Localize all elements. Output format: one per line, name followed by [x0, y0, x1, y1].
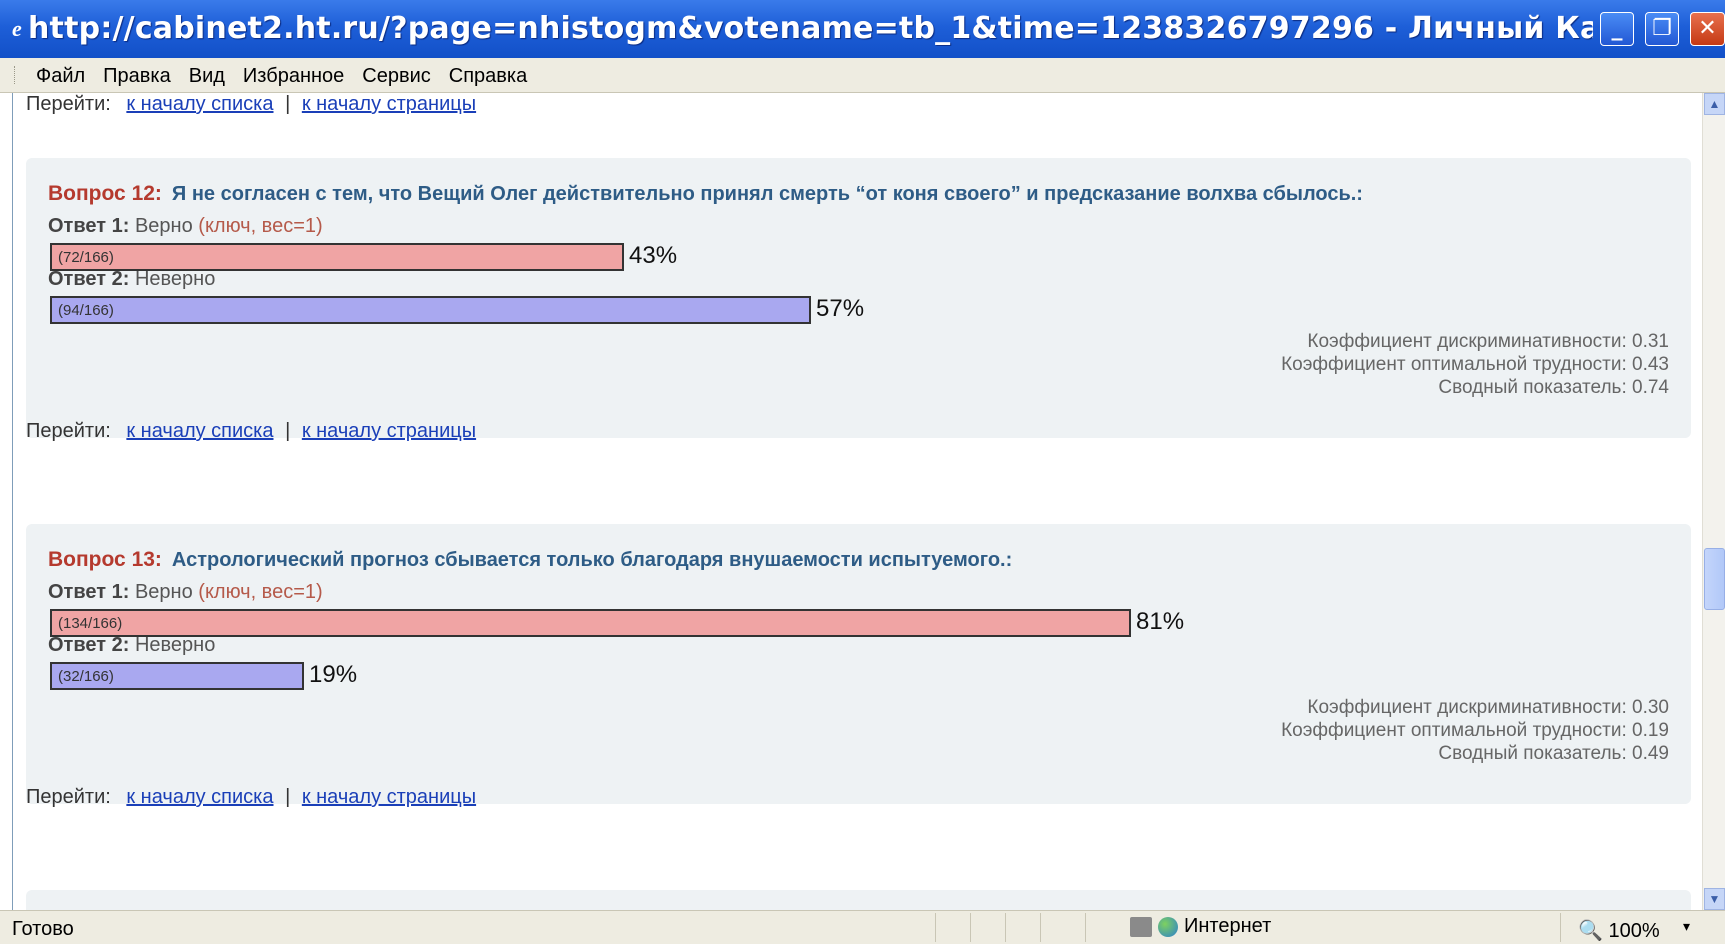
link-list-start[interactable]: к началу списка [126, 93, 273, 115]
link-page-start[interactable]: к началу страницы [302, 420, 476, 442]
zoom-level[interactable]: 🔍 100% [1578, 918, 1660, 943]
nav-separator: | [285, 93, 291, 115]
answer-percent: 81% [1136, 608, 1185, 635]
link-page-start[interactable]: к началу страницы [302, 93, 476, 115]
minimize-button[interactable]: _ [1600, 12, 1634, 46]
nav-links: Перейти: к началу списка | к началу стра… [26, 93, 476, 116]
menu-bar: Файл Правка Вид Избранное Сервис Справка [0, 58, 1725, 93]
nav-label: Перейти: [26, 420, 111, 442]
menu-tools[interactable]: Сервис [362, 65, 431, 88]
globe-icon [1158, 916, 1178, 937]
answer-percent: 43% [629, 242, 678, 269]
summary-score: Сводный показатель: 0.49 [1438, 743, 1669, 764]
status-divider [970, 913, 971, 942]
question-text: Астрологический прогноз сбывается только… [171, 549, 1013, 571]
menu-help[interactable]: Справка [449, 65, 527, 88]
zone-label: Интернет [1184, 915, 1272, 937]
nav-separator: | [285, 786, 291, 808]
answer-bar: (134/166) [50, 609, 1131, 637]
protected-mode-icon [1130, 916, 1152, 937]
status-divider [1005, 913, 1006, 942]
answer-percent: 19% [309, 661, 358, 688]
question-stats: Коэффициент дискриминативности: 0.31 Коэ… [1281, 330, 1669, 399]
nav-separator: | [285, 420, 291, 442]
discrimination-coefficient: Коэффициент дискриминативности: 0.31 [1307, 331, 1669, 352]
scroll-thumb[interactable] [1704, 548, 1725, 610]
answer-count: (32/166) [58, 668, 114, 685]
nav-label: Перейти: [26, 93, 111, 115]
answer-bar: (94/166) [50, 296, 811, 324]
link-list-start[interactable]: к началу списка [126, 786, 273, 808]
status-divider [1085, 913, 1086, 942]
status-divider [1560, 913, 1561, 942]
title-bar: e http://cabinet2.ht.ru/?page=nhistogm&v… [0, 0, 1725, 58]
question-text: Я не согласен с тем, что Вещий Олег дейс… [171, 183, 1363, 205]
menu-file[interactable]: Файл [36, 65, 85, 88]
question-panel: Вопрос 12: Я не согласен с тем, что Вещий… [26, 158, 1691, 438]
answer-bar: (72/166) [50, 243, 624, 271]
status-divider [935, 913, 936, 942]
nav-links: Перейти: к началу списка | к началу стра… [26, 786, 476, 809]
scroll-down-icon[interactable]: ▼ [1704, 888, 1725, 910]
answer-percent: 57% [816, 295, 865, 322]
question-number: Вопрос 13: [48, 548, 162, 571]
menu-favorites[interactable]: Избранное [243, 65, 344, 88]
summary-score: Сводный показатель: 0.74 [1438, 377, 1669, 398]
question-stats: Коэффициент дискриминативности: 0.30 Коэ… [1281, 696, 1669, 765]
answer-count: (94/166) [58, 302, 114, 319]
menu-edit[interactable]: Правка [103, 65, 171, 88]
status-divider [1040, 913, 1041, 942]
status-text: Готово [12, 918, 74, 940]
toolbar-grip [14, 66, 17, 84]
status-bar: Готово Интернет 🔍 100% ▾ [0, 910, 1725, 944]
answer-count: (72/166) [58, 249, 114, 266]
page-content: Перейти: к началу списка | к началу стра… [12, 93, 1703, 910]
question-panel: Вопрос 13: Астрологический прогноз сбывае… [26, 524, 1691, 804]
answer-bar: (32/166) [50, 662, 304, 690]
zoom-dropdown-icon[interactable]: ▾ [1683, 918, 1690, 935]
close-button[interactable]: ✕ [1690, 12, 1725, 46]
answer-label: Ответ 1: Верно (ключ, вес=1) [48, 215, 323, 237]
menu-view[interactable]: Вид [189, 65, 225, 88]
nav-label: Перейти: [26, 786, 111, 808]
window-title: http://cabinet2.ht.ru/?page=nhistogm&vot… [28, 11, 1593, 46]
answer-label: Ответ 2: Неверно [48, 268, 216, 290]
difficulty-coefficient: Коэффициент оптимальной трудности: 0.43 [1281, 354, 1669, 375]
maximize-button[interactable]: ❐ [1645, 12, 1679, 46]
answer-count: (134/166) [58, 615, 123, 632]
nav-links: Перейти: к началу списка | к началу стра… [26, 420, 476, 443]
vertical-scrollbar[interactable]: ▲ ▼ [1702, 93, 1725, 910]
answer-label: Ответ 2: Неверно [48, 634, 216, 656]
link-page-start[interactable]: к началу страницы [302, 786, 476, 808]
question-number: Вопрос 12: [48, 182, 162, 205]
difficulty-coefficient: Коэффициент оптимальной трудности: 0.19 [1281, 720, 1669, 741]
link-list-start[interactable]: к началу списка [126, 420, 273, 442]
answer-label: Ответ 1: Верно (ключ, вес=1) [48, 581, 323, 603]
security-zone[interactable]: Интернет [1130, 915, 1271, 938]
scroll-up-icon[interactable]: ▲ [1704, 93, 1725, 115]
question-panel-partial [26, 890, 1691, 910]
discrimination-coefficient: Коэффициент дискриминативности: 0.30 [1307, 697, 1669, 718]
